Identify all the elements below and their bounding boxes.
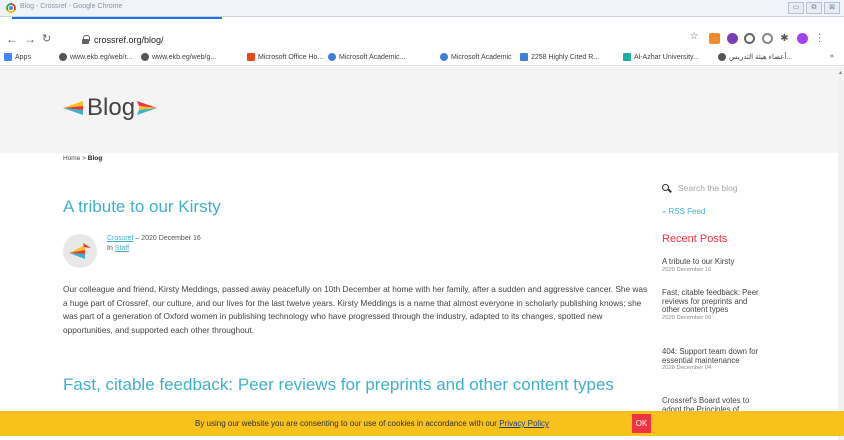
- close-button[interactable]: ⊠: [824, 2, 840, 14]
- recent-post-item[interactable]: 404: Support team down for essential mai…: [662, 347, 762, 372]
- bookmark-item[interactable]: www.ekb.eg/web/r...: [59, 53, 132, 61]
- logo-text: Blog: [87, 94, 136, 121]
- post-title[interactable]: A tribute to our Kirsty: [63, 197, 221, 217]
- post-meta: Crossref – 2020 December 16 In Staff: [107, 234, 201, 254]
- bookmarks-bar: Apps www.ekb.eg/web/r... www.ekb.eg/web/…: [0, 50, 844, 66]
- bookmark-item[interactable]: Microsoft Academic...: [328, 53, 406, 61]
- star-icon[interactable]: ☆: [688, 31, 700, 42]
- globe-icon: [59, 53, 67, 61]
- minimize-button[interactable]: ▭: [788, 2, 804, 14]
- extension-circle-icon[interactable]: [744, 33, 755, 44]
- post-author-link[interactable]: Crossref: [107, 235, 133, 242]
- window-titlebar: Blog - Crossref - Google Chrome ▭ ⧉ ⊠: [0, 0, 844, 17]
- bookmark-item[interactable]: Microsoft Academic: [440, 53, 512, 61]
- extensions-puzzle-icon[interactable]: ✱: [779, 33, 790, 44]
- bookmark-item[interactable]: 2258 Highly Cited R...: [520, 53, 599, 61]
- profile-avatar[interactable]: [797, 33, 808, 44]
- post-title[interactable]: Fast, citable feedback: Peer reviews for…: [63, 375, 614, 395]
- azhar-icon: [623, 53, 631, 61]
- globe-icon: [718, 53, 726, 61]
- post-category-link[interactable]: Staff: [115, 245, 129, 252]
- post-date: – 2020 December 16: [135, 235, 201, 242]
- window-title: Blog - Crossref - Google Chrome: [20, 3, 123, 10]
- bookmark-apps[interactable]: Apps: [4, 53, 31, 61]
- post-category-label: In: [107, 245, 113, 252]
- search-icon: [662, 184, 669, 191]
- logo-left-arrow-icon: [63, 101, 83, 115]
- extension-mendeley-icon[interactable]: [709, 33, 720, 44]
- site-logo[interactable]: Blog: [63, 94, 158, 122]
- breadcrumb: Home > Blog: [63, 155, 102, 162]
- cookie-ok-button[interactable]: OK: [632, 414, 651, 433]
- recent-posts-heading: Recent Posts: [662, 233, 728, 245]
- bookmark-item[interactable]: Al-Azhar University...: [623, 53, 699, 61]
- url-text: crossref.org/blog/: [94, 35, 164, 45]
- recent-post-item[interactable]: Fast, citable feedback: Peer reviews for…: [662, 288, 762, 322]
- microsoft-academic-icon: [328, 53, 336, 61]
- crossref-logo-icon: [69, 243, 91, 259]
- back-arrow-icon[interactable]: ←: [6, 31, 18, 47]
- recent-post-item[interactable]: A tribute to our Kirsty 2020 December 16: [662, 257, 762, 274]
- breadcrumb-current: Blog: [87, 155, 103, 162]
- menu-kebab-icon[interactable]: ⋮: [814, 33, 825, 44]
- recent-post-date: 2020 December 09: [662, 314, 712, 321]
- rss-icon: ⌁: [662, 209, 667, 216]
- breadcrumb-home[interactable]: Home: [63, 155, 80, 162]
- author-avatar: [63, 234, 97, 268]
- recent-post-date: 2020 December 04: [662, 365, 712, 372]
- breadcrumb-separator: >: [82, 155, 86, 162]
- globe-icon: [141, 53, 149, 61]
- bookmark-item[interactable]: www.ekb.eg/web/g...: [141, 53, 216, 61]
- reload-icon[interactable]: ↻: [42, 31, 51, 47]
- scroll-up-arrow-icon[interactable]: ▲: [838, 70, 843, 76]
- forward-arrow-icon[interactable]: →: [24, 31, 36, 47]
- lock-icon: [82, 35, 90, 44]
- extension-onenote-icon[interactable]: [727, 33, 738, 44]
- bookmarks-overflow[interactable]: »: [830, 53, 834, 60]
- bookmark-item[interactable]: أعضاء هيئة التدريس...: [718, 53, 792, 61]
- active-tab[interactable]: [12, 17, 222, 28]
- cookie-text: By using our website you are consenting …: [195, 419, 497, 428]
- page-scrollbar[interactable]: [838, 67, 844, 440]
- blog-search-input[interactable]: Search the blog: [662, 181, 774, 195]
- office-icon: [247, 53, 255, 61]
- recent-post-date: 2020 December 16: [662, 266, 712, 273]
- recent-post-title: A tribute to our Kirsty: [662, 257, 735, 266]
- recent-post-title: Fast, citable feedback: Peer reviews for…: [662, 288, 759, 315]
- rss-feed-label: RSS Feed: [668, 207, 706, 216]
- maximize-button[interactable]: ⧉: [806, 2, 822, 14]
- chrome-icon: [6, 3, 16, 13]
- apps-grid-icon: [4, 53, 12, 61]
- bar-chart-icon: [520, 53, 528, 61]
- rss-feed-link[interactable]: ⌁ RSS Feed: [662, 207, 705, 216]
- cookie-consent-bar: By using our website you are consenting …: [0, 411, 844, 436]
- window-controls: ▭ ⧉ ⊠: [788, 2, 840, 14]
- address-bar[interactable]: crossref.org/blog/: [82, 33, 702, 47]
- post-excerpt: Our colleague and friend, Kirsty Medding…: [63, 284, 648, 335]
- bookmark-item[interactable]: Microsoft Office Ho...: [247, 53, 323, 61]
- privacy-policy-link[interactable]: Privacy Policy: [499, 419, 549, 428]
- cookie-message: By using our website you are consenting …: [195, 419, 549, 428]
- recent-post-title: 404: Support team down for essential mai…: [662, 347, 759, 365]
- extension-shield-icon[interactable]: [762, 33, 773, 44]
- search-placeholder: Search the blog: [678, 183, 738, 193]
- tab-strip: [0, 17, 844, 28]
- logo-right-arrow-icon: [137, 101, 158, 115]
- microsoft-academic-icon: [440, 53, 448, 61]
